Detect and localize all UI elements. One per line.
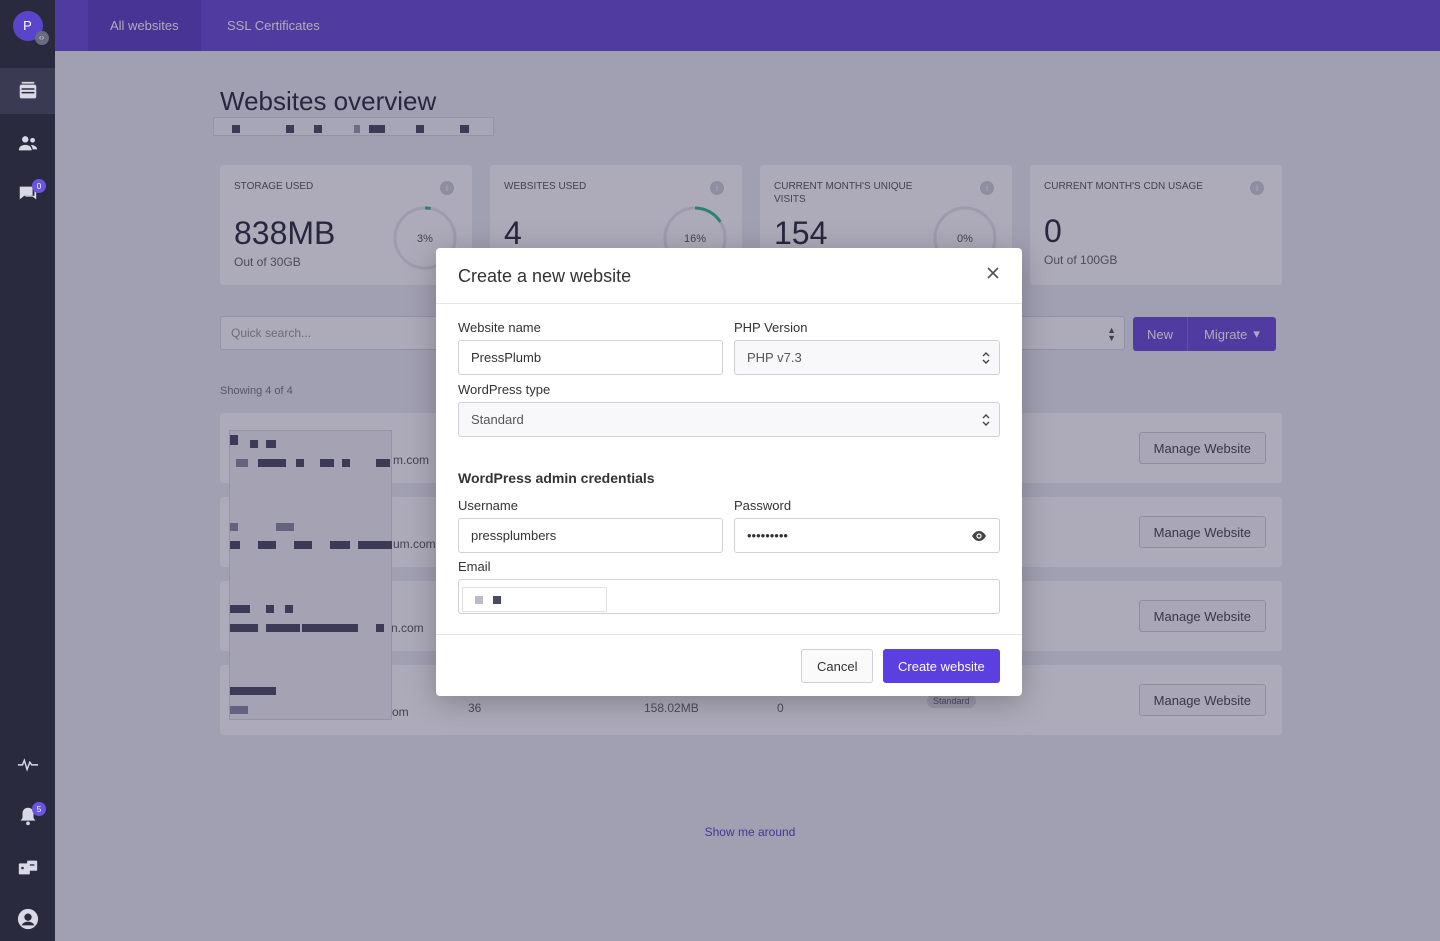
modal-title: Create a new website — [458, 266, 632, 286]
modal-header: Create a new website — [436, 248, 1022, 304]
users-icon — [18, 136, 37, 151]
wordpress-type-select[interactable]: Standard — [458, 402, 1000, 437]
sidebar-item-support[interactable]: 0 — [0, 170, 55, 216]
cancel-button[interactable]: Cancel — [801, 649, 874, 683]
sidebar: P ‹› 0 5 — [0, 0, 55, 941]
sidebar-item-billing[interactable] — [0, 845, 55, 891]
sidebar-item-users[interactable] — [0, 120, 55, 166]
wordpress-type-value: Standard — [471, 412, 524, 427]
password-input[interactable]: ••••••••• — [734, 518, 1000, 553]
sidebar-item-activity[interactable] — [0, 741, 55, 787]
email-input[interactable] — [458, 579, 1000, 614]
select-arrows-icon — [982, 414, 990, 426]
websites-icon — [19, 81, 36, 99]
sidebar-item-websites[interactable] — [0, 68, 55, 114]
user-profile-icon — [17, 908, 38, 930]
password-mask: ••••••••• — [747, 528, 788, 543]
email-label: Email — [458, 559, 491, 574]
close-icon[interactable] — [984, 264, 1002, 282]
website-name-label: Website name — [458, 320, 541, 335]
admin-credentials-heading: WordPress admin credentials — [458, 470, 655, 486]
account-avatar-letter: P — [23, 18, 32, 33]
php-version-select[interactable]: PHP v7.3 — [734, 340, 1000, 375]
activity-pulse-icon — [17, 758, 38, 772]
modal-body: Website name PressPlumb PHP Version PHP … — [436, 304, 1022, 634]
support-badge: 0 — [32, 179, 46, 193]
redacted-email — [462, 587, 607, 612]
create-website-button[interactable]: Create website — [883, 649, 1000, 683]
eye-icon[interactable] — [971, 530, 987, 542]
website-name-input[interactable]: PressPlumb — [458, 340, 723, 375]
username-label: Username — [458, 498, 518, 513]
php-version-label: PHP Version — [734, 320, 808, 335]
username-input[interactable]: pressplumbers — [458, 518, 723, 553]
php-version-value: PHP v7.3 — [747, 350, 802, 365]
select-arrows-icon — [982, 352, 990, 364]
modal-footer: Cancel Create website — [436, 634, 1022, 696]
notifications-badge: 5 — [32, 802, 46, 816]
sidebar-header: P ‹› — [0, 0, 55, 51]
sidebar-item-profile[interactable] — [0, 896, 55, 941]
billing-icon — [18, 860, 37, 875]
wordpress-type-label: WordPress type — [458, 382, 551, 397]
code-icon: ‹› — [34, 30, 49, 45]
password-label: Password — [734, 498, 792, 513]
create-website-modal: Create a new website Website name PressP… — [436, 248, 1022, 696]
account-avatar[interactable]: P ‹› — [12, 10, 49, 45]
